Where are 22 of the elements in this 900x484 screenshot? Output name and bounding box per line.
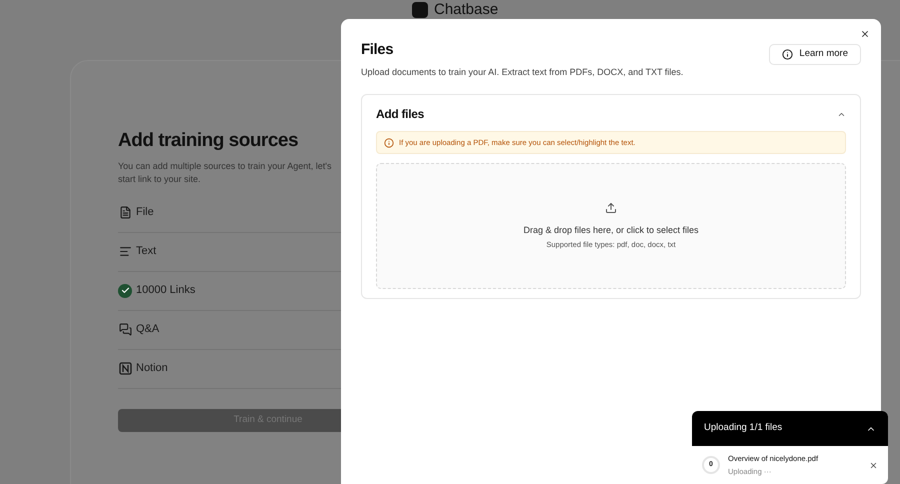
warning-icon	[384, 138, 394, 148]
logo-icon	[412, 2, 428, 18]
document-icon	[118, 206, 132, 219]
cancel-button[interactable]	[868, 460, 878, 470]
info-icon	[782, 49, 794, 60]
close-button[interactable]	[859, 28, 871, 40]
learn-more-button[interactable]: Learn more	[769, 44, 861, 65]
sources-title: Add training sources	[118, 129, 298, 153]
sources-description: You can add multiple sources to train your Agent, let's start link to your site.	[118, 160, 333, 186]
close-icon	[860, 29, 870, 39]
notion-icon	[118, 362, 132, 375]
dialog-subtitle: Upload documents to train your AI. Extract text from PDFs, DOCX, and TXT files.	[361, 66, 684, 79]
chat-icon	[118, 323, 132, 336]
close-icon	[868, 460, 878, 470]
dialog-title: Files	[361, 40, 394, 60]
check-icon	[118, 284, 132, 298]
drop-zone-title: Drag & drop files here, or click to select files	[523, 224, 699, 237]
lines-icon	[118, 245, 132, 258]
upload-icon	[605, 202, 617, 214]
section-title: Add files	[376, 106, 424, 123]
upload-title: Uploading 1/1 files	[704, 421, 782, 436]
logo-text: Chatbase	[434, 1, 498, 18]
